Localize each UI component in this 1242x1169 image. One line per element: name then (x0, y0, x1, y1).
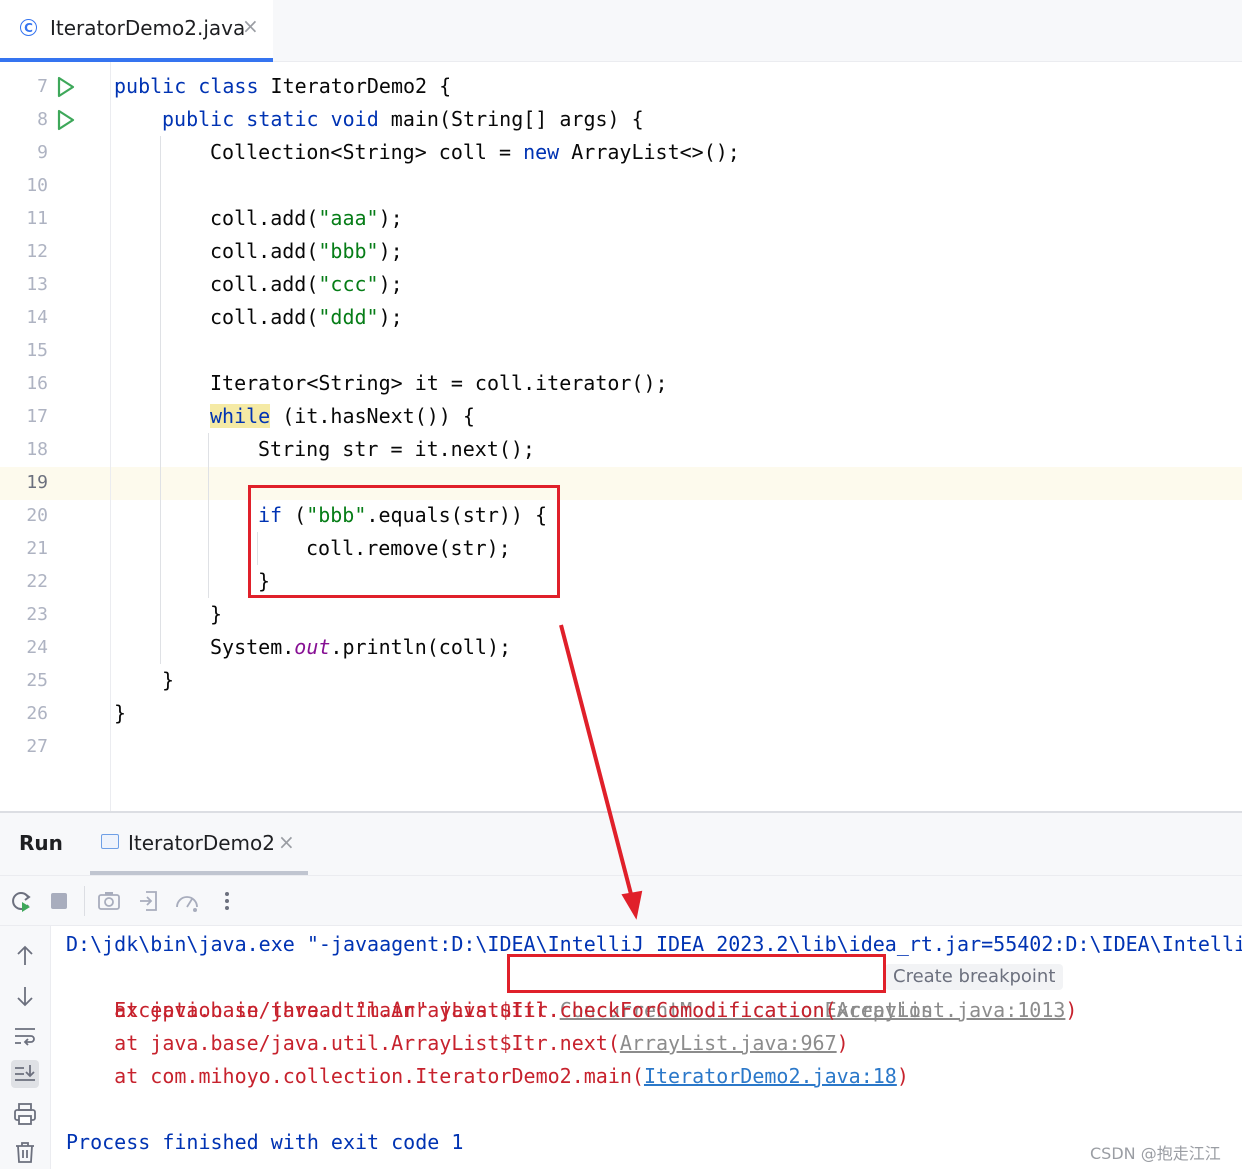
watermark: CSDN @抱走江江 (1090, 1144, 1221, 1163)
arrow-up-icon[interactable] (11, 942, 39, 970)
run-panel-title: Run (19, 831, 63, 855)
line-number[interactable]: 19 (0, 466, 48, 499)
code-line-25: } (162, 668, 175, 692)
window-icon (101, 834, 119, 849)
line-number[interactable]: 9 (0, 136, 48, 169)
stop-icon[interactable] (46, 888, 72, 914)
screenshot-icon[interactable] (96, 888, 122, 914)
java-class-icon: C (20, 19, 37, 36)
line-number[interactable]: 25 (0, 664, 48, 697)
annotation-box-exception (507, 954, 886, 993)
code-line-26: } (114, 701, 127, 725)
run-toolbar (0, 876, 1242, 926)
indent-guide (208, 433, 209, 598)
soft-wrap-icon[interactable] (11, 1022, 39, 1050)
close-icon[interactable]: × (242, 14, 259, 38)
print-icon[interactable] (11, 1100, 39, 1128)
console-output[interactable]: D:\jdk\bin\java.exe "-javaagent:D:\IDEA\… (51, 926, 1242, 1169)
editor-tab-bar: C IteratorDemo2.java × (0, 0, 1242, 62)
editor-tab-iteratordemo2[interactable]: C IteratorDemo2.java × (0, 0, 273, 62)
editor-tab-label: IteratorDemo2.java (50, 16, 246, 40)
line-number[interactable]: 8 (0, 103, 48, 136)
line-number[interactable]: 26 (0, 697, 48, 730)
line-number[interactable]: 12 (0, 235, 48, 268)
run-tool-window-header: Run IteratorDemo2 × (0, 813, 1242, 876)
line-number[interactable]: 27 (0, 730, 48, 763)
code-line-9: Collection<String> coll = new ArrayList<… (210, 140, 740, 164)
more-icon[interactable] (214, 888, 240, 914)
close-icon[interactable]: × (278, 830, 295, 854)
stack-trace-link[interactable]: IteratorDemo2.java:18 (644, 1064, 897, 1088)
code-editor[interactable]: 7 8 9 10 11 12 13 14 15 16 17 18 19 20 21 22 23 24 25 26 27 … (0, 62, 1242, 811)
code-line-7: public class IteratorDemo2 { (114, 74, 452, 98)
trash-icon[interactable] (11, 1138, 39, 1166)
line-number[interactable]: 21 (0, 532, 48, 565)
run-gutter-icon[interactable] (56, 109, 76, 131)
indent-guide (160, 136, 161, 664)
scroll-to-end-icon[interactable] (11, 1060, 39, 1088)
line-number[interactable]: 20 (0, 499, 48, 532)
line-number[interactable]: 15 (0, 334, 48, 367)
line-number[interactable]: 17 (0, 400, 48, 433)
code-line-11: coll.add("aaa"); (210, 206, 403, 230)
stack-trace-line: at java.base/java.util.ArrayList$Itr.che… (66, 998, 1078, 1022)
code-line-23: } (210, 602, 223, 626)
stack-trace-line: at java.base/java.util.ArrayList$Itr.nex… (66, 1031, 849, 1055)
create-breakpoint-hint[interactable]: Create breakpoint (885, 964, 1064, 990)
run-tab-label: IteratorDemo2 (128, 831, 275, 855)
line-number[interactable]: 24 (0, 631, 48, 664)
line-number[interactable]: 16 (0, 367, 48, 400)
line-number[interactable]: 7 (0, 70, 48, 103)
code-line-8: public static void main(String[] args) { (162, 107, 644, 131)
exit-icon[interactable] (136, 888, 162, 914)
line-number-gutter: 7 8 9 10 11 12 13 14 15 16 17 18 19 20 21 22 23 24 25 26 27 (0, 62, 111, 811)
line-number[interactable]: 23 (0, 598, 48, 631)
stack-trace-link[interactable]: ArrayList.java:1013 (837, 998, 1066, 1022)
code-line-17: while (it.hasNext()) { (210, 404, 475, 428)
annotation-box-if-block (248, 485, 560, 598)
stack-trace-line: at com.mihoyo.collection.IteratorDemo2.m… (66, 1064, 909, 1088)
code-line-18: String str = it.next(); (258, 437, 535, 461)
run-tab-iteratordemo2[interactable]: IteratorDemo2 × (90, 813, 308, 875)
line-number[interactable]: 11 (0, 202, 48, 235)
code-line-24: System.out.println(coll); (210, 635, 512, 659)
stack-trace-link[interactable]: ArrayList.java:967 (620, 1031, 837, 1055)
line-number[interactable]: 18 (0, 433, 48, 466)
line-number[interactable]: 22 (0, 565, 48, 598)
code-line-16: Iterator<String> it = coll.iterator(); (210, 371, 668, 395)
code-line-13: coll.add("ccc"); (210, 272, 403, 296)
code-line-14: coll.add("ddd"); (210, 305, 403, 329)
process-finished-line: Process finished with exit code 1 (66, 1130, 464, 1154)
rerun-icon[interactable] (8, 888, 34, 914)
toolbar-separator (84, 886, 85, 916)
code-line-12: coll.add("bbb"); (210, 239, 403, 263)
line-number[interactable]: 13 (0, 268, 48, 301)
line-number[interactable]: 14 (0, 301, 48, 334)
console-side-toolbar (0, 926, 51, 1169)
arrow-down-icon[interactable] (11, 982, 39, 1010)
profiler-icon[interactable] (174, 888, 200, 914)
current-line-highlight (0, 467, 1242, 500)
run-gutter-icon[interactable] (56, 76, 76, 98)
line-number[interactable]: 10 (0, 169, 48, 202)
